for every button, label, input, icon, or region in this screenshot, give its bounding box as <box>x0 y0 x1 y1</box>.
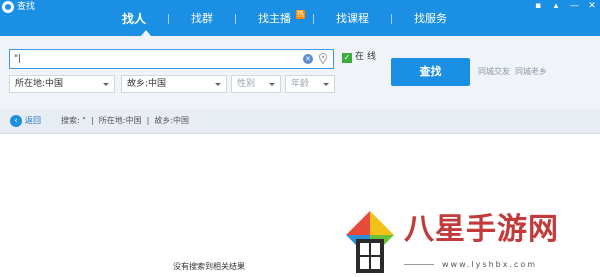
location-pin-icon[interactable] <box>319 53 327 64</box>
tab-bar: 找人 找群 找主播 热 找课程 找服务 <box>100 10 469 31</box>
location-select-value: 所在地:中国 <box>15 79 64 89</box>
chevron-down-icon <box>103 83 109 86</box>
site-watermark: 八星手游网 www.lyshbx.com <box>344 205 594 275</box>
age-select[interactable]: 年龄 <box>285 75 335 93</box>
watermark-divider <box>404 264 434 265</box>
watermark-title: 八星手游网 <box>404 212 559 247</box>
search-panel: ✕ ✓ 在线 所在地:中国 故乡:中国 性别 年龄 查找 同城交友 同城老乡 <box>0 36 600 109</box>
tab-label: 找主播 <box>258 12 292 25</box>
hometown-select[interactable]: 故乡:中国 <box>121 75 227 93</box>
online-label: 在线 <box>355 52 380 62</box>
local-friends-link[interactable]: 同城交友 <box>478 66 510 77</box>
watermark-logo-icon <box>346 211 394 273</box>
close-button[interactable]: ✕ <box>588 1 596 12</box>
gender-select[interactable]: 性别 <box>231 75 281 93</box>
hometown-select-value: 故乡:中国 <box>127 79 167 89</box>
header-bar: 查找 ▪ ▴ — ✕ 找人 找群 找主播 热 找课程 找服务 <box>0 0 600 36</box>
hot-badge: 热 <box>296 10 306 19</box>
watermark-url: www.lyshbx.com <box>442 260 538 269</box>
clear-icon[interactable]: ✕ <box>303 54 313 64</box>
window-controls: ▪ ▴ — ✕ <box>534 1 596 12</box>
minimize-button[interactable]: — <box>570 1 579 12</box>
tab-find-people[interactable]: 找人 <box>100 11 168 27</box>
local-hometown-link[interactable]: 同城老乡 <box>515 66 547 77</box>
empty-results-message: 没有搜索到相关结果 <box>173 262 245 271</box>
skin-icon[interactable]: ▪ <box>534 1 542 12</box>
chevron-down-icon <box>215 83 221 86</box>
tab-find-courses[interactable]: 找课程 <box>314 11 391 27</box>
tab-find-groups[interactable]: 找群 <box>169 11 235 27</box>
search-criteria: 搜索: " | 所在地:中国 | 故乡:中国 <box>61 116 190 125</box>
age-select-value: 年龄 <box>291 79 310 89</box>
qq-logo-icon <box>2 1 14 13</box>
search-input[interactable] <box>14 52 299 66</box>
back-arrow-icon[interactable]: ‹ <box>10 115 22 127</box>
window-title: 查找 <box>17 2 36 12</box>
search-window: 查找 ▪ ▴ — ✕ 找人 找群 找主播 热 找课程 找服务 ✕ <box>0 0 600 277</box>
breadcrumb: ‹ 返回 搜索: " | 所在地:中国 | 故乡:中国 <box>0 109 600 134</box>
search-box: ✕ <box>9 49 334 69</box>
back-link[interactable]: 返回 <box>25 115 41 127</box>
chevron-down-icon <box>323 83 329 86</box>
tab-find-streamers[interactable]: 找主播 热 <box>236 10 313 27</box>
location-select[interactable]: 所在地:中国 <box>9 75 115 93</box>
online-checkbox[interactable]: ✓ <box>342 53 352 63</box>
chevron-down-icon <box>269 83 275 86</box>
gender-select-value: 性别 <box>237 79 256 89</box>
search-button[interactable]: 查找 <box>391 58 470 86</box>
pin-icon[interactable]: ▴ <box>552 1 560 12</box>
tab-find-services[interactable]: 找服务 <box>392 11 469 27</box>
